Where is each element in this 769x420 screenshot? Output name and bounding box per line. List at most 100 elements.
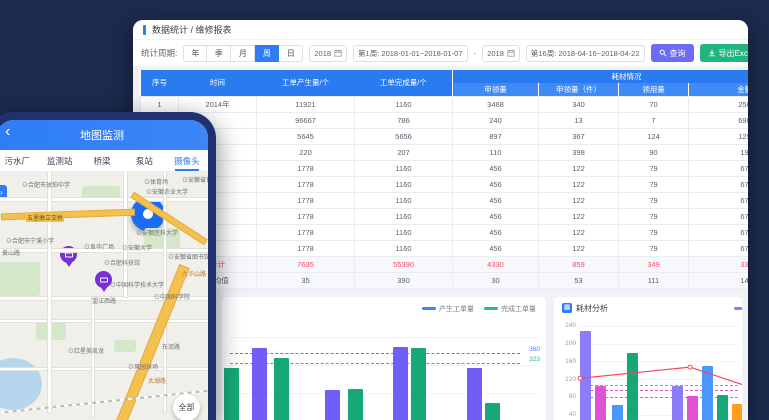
map-label: ⊙安徽农业大学: [146, 187, 188, 196]
map-label: ⊙中国科学院: [154, 292, 190, 301]
table-cell: 859: [539, 256, 619, 272]
map-label: ⊙风园球场: [128, 362, 158, 371]
legend-item: 产生工单量: [422, 304, 474, 314]
phone-tab-摄像头[interactable]: 摄像头: [166, 150, 208, 171]
table-cell: 122: [539, 192, 619, 208]
table-cell: 5645: [257, 128, 355, 144]
camera-icon: [65, 252, 73, 257]
export-excel-button[interactable]: 导出Excel: [700, 44, 749, 62]
sub-column-header: 申领量（件）: [539, 83, 619, 96]
calendar-icon: [334, 49, 342, 57]
table-cell: 67: [689, 192, 749, 208]
table-cell: 67: [689, 208, 749, 224]
map-road: [0, 198, 208, 201]
table-cell: 19: [689, 144, 749, 160]
map-road: [124, 172, 127, 297]
workorder-chart-card: 产生工单量完成工单量 360323: [222, 297, 546, 420]
table-cell: 7: [619, 112, 689, 128]
map-label: ⊙合肥市宁溪小学: [6, 236, 54, 245]
table-cell: 67: [689, 240, 749, 256]
table-cell: 1160: [355, 160, 453, 176]
table-cell: 456: [453, 192, 539, 208]
total-row: 合计763555390433085934933: [141, 256, 749, 272]
table-cell: 1160: [355, 96, 453, 112]
table-cell: 11921: [257, 96, 355, 112]
table-cell: 67: [689, 224, 749, 240]
report-table: 序号时间工单产生量/个工单完成量/个耗材情况申领量申领量（件）领用量金额 120…: [140, 70, 748, 289]
calendar-icon: [507, 49, 515, 57]
trend-line: [554, 297, 742, 420]
table-row: 5177811604561227967: [141, 160, 749, 176]
week-range-start-input[interactable]: 第1周: 2018-01-01~2018-01-07: [353, 45, 467, 62]
table-cell: 340: [539, 96, 619, 112]
breadcrumb-bar: 数据统计 / 维修报表: [133, 20, 748, 40]
phone-tab-监测站[interactable]: 监测站: [38, 150, 80, 171]
table-cell: 2014年: [179, 96, 257, 112]
reference-line-label: 323: [529, 356, 540, 363]
table-cell: 1160: [355, 208, 453, 224]
table-cell: 79: [619, 224, 689, 240]
table-cell: 1778: [257, 224, 355, 240]
legend-dash: [484, 307, 498, 310]
group-header: 耗材情况: [453, 70, 749, 83]
query-button[interactable]: 查询: [651, 44, 694, 62]
consumable-chart-card: ▦ 耗材分析 2402001601208040: [554, 297, 742, 420]
map-label: ⊙红星美凯龙: [68, 346, 104, 355]
phone-header: ‹ 地图监测: [0, 120, 208, 150]
table-cell: 398: [539, 144, 619, 160]
phone-tab-桥梁[interactable]: 桥梁: [81, 150, 123, 171]
filter-bar: 统计周期: 年季月周日 2018 第1周: 2018-01-01~2018-01…: [133, 40, 748, 66]
table-cell: 207: [355, 144, 453, 160]
legend-label: 产生工单量: [439, 304, 474, 314]
table-cell: 67: [689, 160, 749, 176]
year-end-select[interactable]: 2018: [482, 45, 520, 62]
download-icon: [708, 49, 716, 57]
period-option-日[interactable]: 日: [279, 45, 303, 62]
show-all-button[interactable]: 全部: [173, 394, 200, 420]
chart-bar-完成工单量: [224, 368, 239, 420]
table-cell: 35: [257, 272, 355, 288]
period-option-年[interactable]: 年: [183, 45, 207, 62]
table-cell: 111: [619, 272, 689, 288]
map-label: ⊙安徽医科大学: [136, 228, 178, 237]
chart-bar-产生工单量: [393, 347, 408, 420]
phone-tab-bar: 污水厂监测站桥梁泵站摄像头: [0, 150, 208, 172]
reference-line: [230, 353, 520, 354]
period-option-月[interactable]: 月: [231, 45, 255, 62]
map-label: ⊙安徽省图书馆: [168, 252, 208, 261]
map-area[interactable]: › 全部 ⊙合肥市琥珀中学⊙体育场⊙安徽农业大学⊙安徽省博物馆五里墩立交桥⊙合肥…: [0, 172, 208, 420]
map-green-area: [36, 322, 66, 340]
table-cell: 240: [453, 112, 539, 128]
table-cell: 79: [619, 240, 689, 256]
table-cell: 1778: [257, 208, 355, 224]
map-label: 太湖路: [148, 376, 166, 385]
map-label: ⊙体育场: [144, 177, 168, 186]
table-cell: 456: [453, 240, 539, 256]
table-cell: 30: [453, 272, 539, 288]
table-cell: 456: [453, 224, 539, 240]
phone-tab-污水厂[interactable]: 污水厂: [0, 150, 38, 171]
period-option-周[interactable]: 周: [255, 45, 279, 62]
chart-bar-产生工单量: [467, 368, 482, 420]
period-option-季[interactable]: 季: [207, 45, 231, 62]
range-separator: -: [474, 49, 477, 58]
back-chevron-icon[interactable]: ‹: [5, 123, 10, 141]
week-range-end-input[interactable]: 第16周: 2018-04-16~2018-04-22: [526, 45, 645, 62]
map-highway: [2, 210, 134, 220]
table-cell: 122: [539, 160, 619, 176]
table-cell: 1778: [257, 160, 355, 176]
table-cell: 4330: [453, 256, 539, 272]
camera-icon: [100, 277, 108, 282]
map-green-area: [114, 340, 136, 352]
column-header: 工单完成量/个: [355, 70, 453, 96]
map-label: ⊙安徽大学: [122, 243, 152, 252]
table-cell: 122: [539, 176, 619, 192]
table-cell: 1: [141, 96, 179, 112]
map-road: [0, 368, 208, 370]
charts-section: 产生工单量完成工单量 360323 ▦ 耗材分析 240200160120804…: [133, 289, 748, 420]
table-row: 12014年119211160346834070250: [141, 96, 749, 112]
phone-tab-泵站[interactable]: 泵站: [123, 150, 165, 171]
table-row: 7177811604561227967: [141, 192, 749, 208]
map-road: [0, 320, 208, 322]
year-start-select[interactable]: 2018: [309, 45, 347, 62]
